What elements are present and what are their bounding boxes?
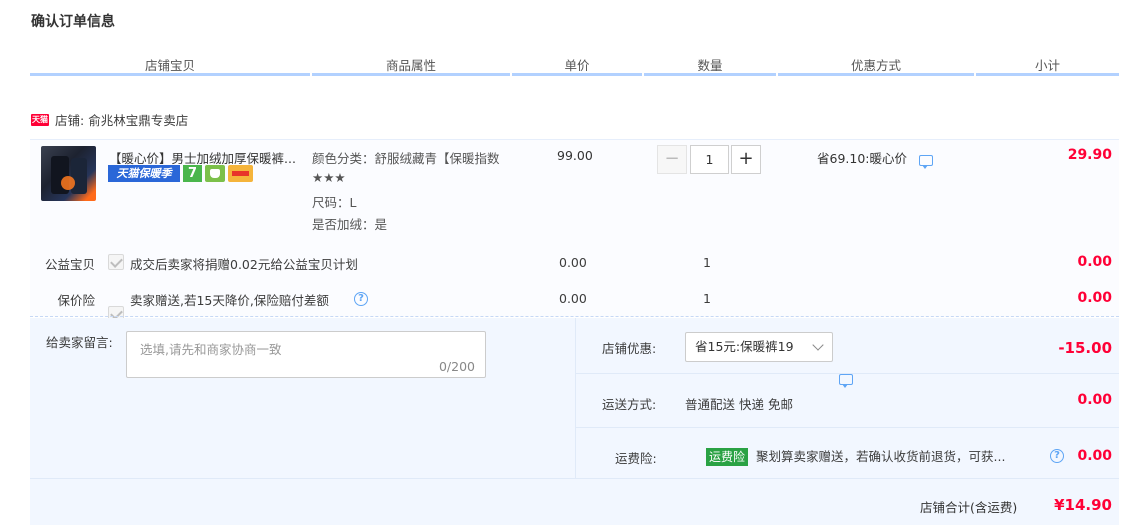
charity-checkbox[interactable] <box>108 254 124 270</box>
item-promo: 省69.10:暖心价 <box>817 148 933 169</box>
divider <box>30 316 1119 317</box>
attr-color: 颜色分类：舒服绒藏青【保暖指数 <box>312 151 500 166</box>
item-promo-text: 省69.10:暖心价 <box>817 151 907 166</box>
message-label: 给卖家留言: <box>46 335 113 350</box>
freight-insurance-tag: 运费险 <box>706 448 749 466</box>
divider <box>576 427 1119 428</box>
shop-discount-amount: -15.00 <box>1058 339 1112 357</box>
shop-total-label: 店铺合计(含运费) <box>920 500 1018 515</box>
header-underline <box>778 73 974 76</box>
price-insurance-text: 卖家赠送,若15天降价,保险赔付差额 <box>130 293 329 308</box>
product-badges: 天猫保暖季 7 <box>108 165 253 182</box>
tmall-logo-icon: 天猫 <box>31 113 49 126</box>
seven-day-return-icon[interactable]: 7 <box>183 165 202 182</box>
seller-message-textarea[interactable]: 选填,请先和商家协商一致 0/200 <box>126 331 486 378</box>
price-insurance-label: 保价险 <box>57 293 95 308</box>
shop-name-link[interactable]: 俞兆林宝鼎专卖店 <box>88 110 188 129</box>
guarantee-icon[interactable] <box>205 165 225 182</box>
header-underline <box>512 73 642 76</box>
shop-discount-label: 店铺优惠: <box>602 341 657 356</box>
shop-discount-selected: 省15元:保暖裤19 <box>695 339 794 354</box>
attr-warmth-stars: ★★★ <box>312 170 346 185</box>
charity-label: 公益宝贝 <box>44 257 95 272</box>
shop-discount-select[interactable]: 省15元:保暖裤19 <box>685 332 833 362</box>
unit-price: 99.00 <box>557 148 593 163</box>
shipping-value: 普通配送 快递 免邮 <box>685 397 793 412</box>
header-underline <box>30 73 310 76</box>
freight-insurance-text: 聚划算卖家赠送，若确认收货前退货，可获... <box>756 449 1006 464</box>
freight-insurance-amount: 0.00 <box>1077 448 1112 464</box>
price-insurance-quantity: 1 <box>703 291 711 306</box>
charity-text: 成交后卖家将捐赠0.02元给公益宝贝计划 <box>130 257 358 272</box>
product-thumbnail[interactable] <box>41 146 96 201</box>
price-insurance-subtotal: 0.00 <box>1077 290 1112 306</box>
message-char-count: 0/200 <box>438 359 475 374</box>
comment-icon[interactable] <box>918 155 933 169</box>
comment-icon[interactable] <box>839 374 853 388</box>
quantity-input[interactable]: 1 <box>690 145 729 174</box>
freight-insurance-info: 运费险 聚划算卖家赠送，若确认收货前退货，可获... <box>706 446 1005 466</box>
header-underline <box>976 73 1119 76</box>
col-header-attributes: 商品属性 <box>385 58 436 73</box>
col-header-shop-item: 店铺宝贝 <box>144 58 195 73</box>
shop-label: 店铺: <box>55 113 85 128</box>
attr-size: 尺码：L <box>312 195 357 210</box>
charity-subtotal: 0.00 <box>1077 254 1112 270</box>
message-placeholder: 选填,请先和商家协商一致 <box>140 342 282 357</box>
header-underline <box>644 73 776 76</box>
charity-quantity: 1 <box>703 255 711 270</box>
quantity-increase-button[interactable]: + <box>731 145 761 174</box>
chevron-down-icon <box>812 339 824 351</box>
page-title: 确认订单信息 <box>31 14 115 30</box>
help-icon[interactable]: ? <box>354 292 368 306</box>
tmall-warm-season-badge: 天猫保暖季 <box>108 165 180 182</box>
attr-fleece: 是否加绒：是 <box>312 217 388 232</box>
credit-card-icon[interactable] <box>228 165 253 182</box>
shop-total-amount: ¥14.90 <box>1054 496 1112 514</box>
shop-row: 天猫 店铺: 俞兆林宝鼎专卖店 <box>31 110 188 129</box>
price-insurance-price: 0.00 <box>559 291 587 306</box>
shipping-label: 运送方式: <box>602 397 657 412</box>
shipping-amount: 0.00 <box>1077 392 1112 408</box>
col-header-quantity: 数量 <box>697 58 723 73</box>
col-header-discount: 优惠方式 <box>850 58 901 73</box>
col-header-unit-price: 单价 <box>564 58 590 73</box>
charity-price: 0.00 <box>559 255 587 270</box>
help-icon[interactable]: ? <box>1050 449 1064 463</box>
header-underline <box>312 73 510 76</box>
item-subtotal: 29.90 <box>1067 147 1112 163</box>
freight-insurance-label: 运费险: <box>615 451 657 466</box>
col-header-subtotal: 小计 <box>1034 58 1060 73</box>
quantity-decrease-button[interactable]: − <box>657 145 687 174</box>
